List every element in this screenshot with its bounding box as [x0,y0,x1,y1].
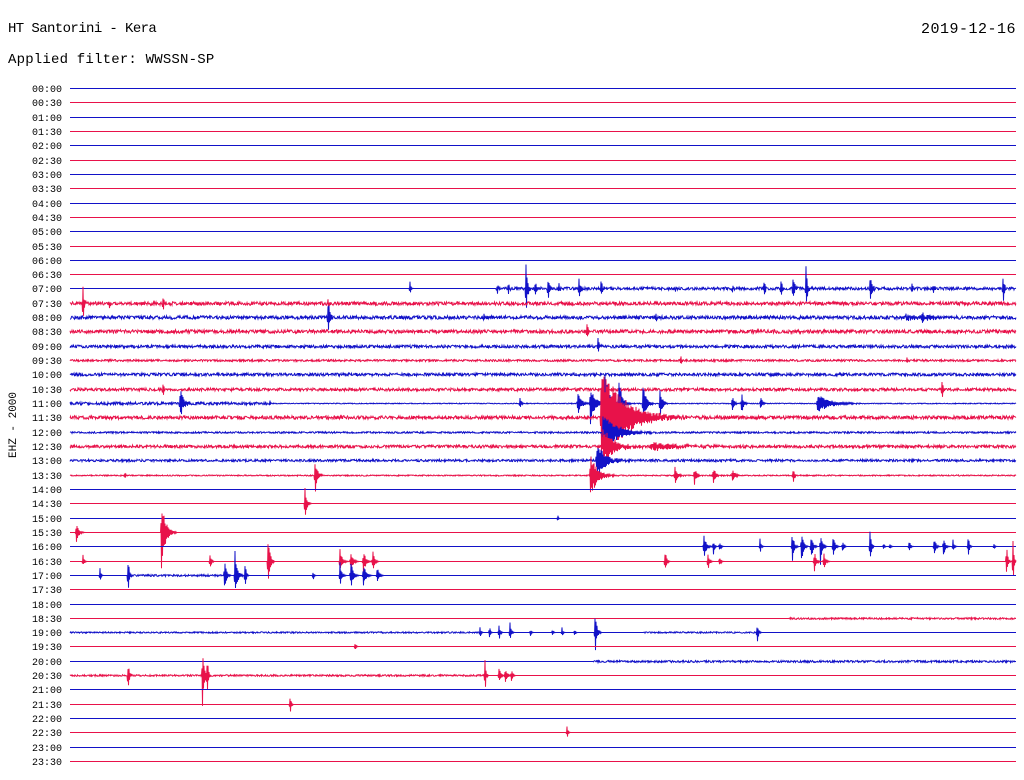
time-tick-label: 01:30 [32,128,62,139]
seismic-trace-0930 [69,356,1017,364]
time-tick-label: 14:00 [32,486,62,497]
time-tick-label: 13:00 [32,457,62,468]
filter-label: Applied filter: WWSSN-SP [8,52,215,68]
time-tick-label: 06:30 [32,271,62,282]
time-tick-label: 23:30 [32,758,62,769]
seismic-trace-0700 [70,264,1017,308]
y-axis-label: EHZ - 2000 [8,392,20,458]
time-tick-label: 08:30 [32,328,62,339]
seismic-trace-1300 [69,447,1017,474]
seismic-trace-1900 [69,618,1016,651]
seismic-trace-1430 [70,487,1016,515]
time-tick-label: 08:00 [32,314,62,325]
time-tick-label: 10:30 [32,386,62,397]
time-tick-label: 10:00 [32,371,62,382]
time-tick-label: 00:00 [32,85,62,96]
seismic-trace-1930 [70,644,1016,650]
time-tick-label: 00:30 [32,99,62,110]
seismic-trace-2000 [70,658,1016,665]
station-title: HT Santorini - Kera [8,21,157,37]
time-tick-label: 04:30 [32,214,62,225]
time-tick-label: 11:00 [32,400,62,411]
time-tick-label: 22:30 [32,729,62,740]
time-tick-label: 22:00 [32,715,62,726]
seismic-trace-0900 [69,337,1017,352]
time-tick-label: 16:30 [32,558,62,569]
time-tick-label: 18:30 [32,615,62,626]
time-tick-label: 19:00 [32,629,62,640]
time-tick-label: 12:30 [32,443,62,454]
time-tick-label: 01:00 [32,114,62,125]
time-tick-label: 09:00 [32,343,62,354]
seismic-trace-2230 [70,726,1016,737]
trace-layer [69,88,1017,762]
time-tick-label: 05:30 [32,243,62,254]
tick-label-layer: 00:00 00:30 01:00 01:30 02:00 02:30 03:00 03:30… [32,85,62,769]
seismic-trace-1330 [69,456,1017,493]
time-tick-label: 06:00 [32,257,62,268]
seismic-trace-0830 [69,324,1017,337]
time-tick-label: 15:30 [32,529,62,540]
time-tick-label: 19:30 [32,643,62,654]
time-tick-label: 18:00 [32,601,62,612]
seismic-trace-0800 [69,305,1017,330]
time-tick-label: 23:00 [32,744,62,755]
time-tick-label: 12:00 [32,429,62,440]
seismic-trace-1030 [69,381,1017,397]
time-tick-label: 17:30 [32,586,62,597]
time-tick-label: 20:00 [32,658,62,669]
time-tick-label: 21:00 [32,686,62,697]
seismic-trace-2030 [69,658,1016,706]
seismic-trace-1830 [70,616,1016,621]
time-tick-label: 02:00 [32,142,62,153]
helicorder-plot: 00:00 00:30 01:00 01:30 02:00 02:30 03:00 03:30… [8,85,1017,769]
time-tick-label: 07:30 [32,300,62,311]
time-tick-label: 14:30 [32,500,62,511]
time-tick-label: 20:30 [32,672,62,683]
time-tick-label: 11:30 [32,414,62,425]
time-tick-label: 17:00 [32,572,62,583]
seismic-trace-1000 [69,371,1017,378]
seismic-trace-1230 [69,429,1017,463]
seismic-trace-1500 [70,515,1016,521]
time-tick-label: 03:30 [32,185,62,196]
plot-date: 2019-12-16 [920,21,1016,38]
time-tick-label: 02:30 [32,157,62,168]
seismic-trace-2130 [70,698,1016,712]
time-tick-label: 13:30 [32,472,62,483]
time-tick-label: 09:30 [32,357,62,368]
time-tick-label: 16:00 [32,543,62,554]
time-tick-label: 21:30 [32,701,62,712]
seismic-trace-1700 [70,550,1016,589]
time-tick-label: 04:00 [32,200,62,211]
time-tick-label: 03:00 [32,171,62,182]
time-tick-label: 05:00 [32,228,62,239]
time-tick-label: 15:00 [32,515,62,526]
time-tick-label: 07:00 [32,285,62,296]
